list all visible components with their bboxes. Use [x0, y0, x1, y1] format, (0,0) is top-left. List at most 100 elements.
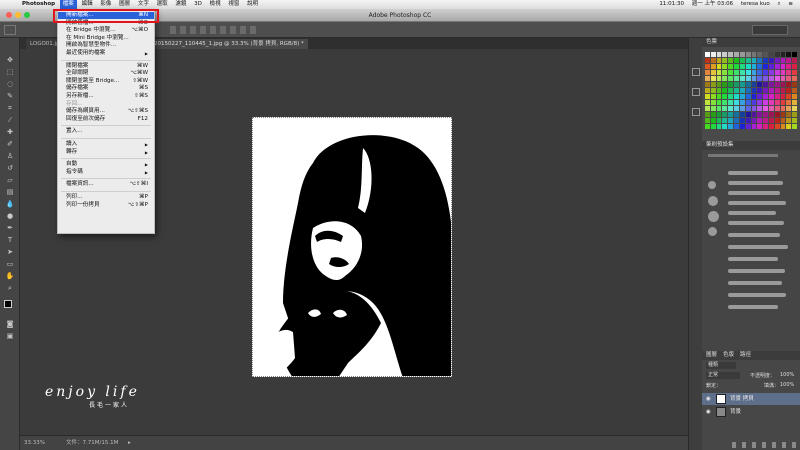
- color-swatch[interactable]: [728, 70, 734, 75]
- color-swatch[interactable]: [705, 64, 710, 69]
- color-swatch[interactable]: [710, 94, 716, 99]
- color-swatch[interactable]: [792, 100, 797, 105]
- history-brush-tool-icon[interactable]: ↺: [5, 164, 15, 172]
- color-swatch[interactable]: [710, 58, 716, 63]
- color-swatch[interactable]: [763, 52, 768, 57]
- file-menu-item[interactable]: 置入...: [58, 128, 154, 135]
- color-swatch[interactable]: [722, 94, 728, 99]
- menu-3d[interactable]: 3D: [191, 0, 205, 9]
- color-swatch[interactable]: [739, 106, 745, 111]
- color-swatch[interactable]: [734, 106, 739, 111]
- color-swatch[interactable]: [739, 58, 745, 63]
- quick-mask-icon[interactable]: ◙: [5, 320, 15, 328]
- color-swatch[interactable]: [710, 88, 716, 93]
- color-swatch[interactable]: [716, 106, 722, 111]
- color-swatch[interactable]: [710, 82, 716, 87]
- color-swatch[interactable]: [739, 88, 745, 93]
- color-swatch[interactable]: [716, 58, 722, 63]
- color-swatch[interactable]: [792, 124, 797, 129]
- tool-preset-icon[interactable]: [4, 25, 16, 35]
- file-menu-item[interactable]: 自動 ▶: [58, 161, 154, 168]
- menu-type[interactable]: 文字: [135, 0, 152, 9]
- color-swatch[interactable]: [710, 124, 716, 129]
- document-image[interactable]: [252, 117, 452, 377]
- file-menu-item[interactable]: 關閉檔案 ⌘W: [58, 63, 154, 70]
- color-swatch[interactable]: [716, 118, 722, 123]
- color-swatch[interactable]: [757, 52, 763, 57]
- brush-preset-stroke[interactable]: [728, 257, 778, 261]
- move-tool-icon[interactable]: ✥: [5, 56, 15, 64]
- color-swatch[interactable]: [763, 88, 768, 93]
- color-swatch[interactable]: [710, 112, 716, 117]
- file-menu-item[interactable]: 讀入 ▶: [58, 141, 154, 148]
- brush-preset-stroke[interactable]: [728, 171, 778, 175]
- color-swatch[interactable]: [768, 94, 774, 99]
- color-swatch[interactable]: [705, 70, 710, 75]
- search-icon[interactable]: ⌕: [775, 0, 784, 9]
- color-swatch[interactable]: [716, 100, 722, 105]
- color-swatch[interactable]: [792, 112, 797, 117]
- color-swatch[interactable]: [728, 88, 734, 93]
- option-controls[interactable]: [170, 26, 260, 34]
- color-swatch[interactable]: [763, 70, 768, 75]
- color-swatch[interactable]: [786, 52, 792, 57]
- color-swatch[interactable]: [786, 76, 792, 81]
- file-menu-item[interactable]: 開啟為智慧型物件...: [58, 42, 154, 49]
- color-swatch[interactable]: [722, 64, 728, 69]
- color-swatch[interactable]: [716, 64, 722, 69]
- color-swatch[interactable]: [768, 118, 774, 123]
- color-swatch[interactable]: [710, 76, 716, 81]
- color-swatch[interactable]: [728, 118, 734, 123]
- file-menu-item[interactable]: 列印... ⌘P: [58, 194, 154, 201]
- color-swatch[interactable]: [786, 124, 792, 129]
- brush-preset-stroke[interactable]: [728, 293, 786, 297]
- path-select-tool-icon[interactable]: ➤: [5, 248, 15, 256]
- color-swatch[interactable]: [757, 70, 763, 75]
- color-swatch[interactable]: [757, 100, 763, 105]
- brush-preset-stroke[interactable]: [728, 305, 778, 309]
- color-swatch[interactable]: [722, 52, 728, 57]
- tab-brush-presets[interactable]: 筆刷預設集: [702, 141, 800, 150]
- gradient-tool-icon[interactable]: ▤: [5, 188, 15, 196]
- eye-icon[interactable]: ◉: [706, 406, 711, 418]
- color-swatch[interactable]: [774, 106, 780, 111]
- color-swatch[interactable]: [786, 94, 792, 99]
- color-swatch[interactable]: [780, 58, 786, 63]
- color-swatch[interactable]: [774, 94, 780, 99]
- color-swatch[interactable]: [774, 58, 780, 63]
- color-swatch[interactable]: [792, 52, 797, 57]
- color-swatch[interactable]: [722, 112, 728, 117]
- color-swatch[interactable]: [786, 58, 792, 63]
- brush-preset-stroke[interactable]: [728, 211, 776, 215]
- color-swatch[interactable]: [710, 106, 716, 111]
- quick-select-tool-icon[interactable]: ✎: [5, 92, 15, 100]
- color-swatch[interactable]: [745, 64, 751, 69]
- stamp-tool-icon[interactable]: ♙: [5, 152, 15, 160]
- color-swatch[interactable]: [757, 106, 763, 111]
- color-swatch[interactable]: [780, 100, 786, 105]
- color-swatch[interactable]: [774, 76, 780, 81]
- color-swatch[interactable]: [728, 52, 734, 57]
- color-swatch[interactable]: [722, 118, 728, 123]
- color-swatch[interactable]: [728, 82, 734, 87]
- color-swatch[interactable]: [774, 64, 780, 69]
- color-swatch[interactable]: [780, 94, 786, 99]
- color-swatch[interactable]: [757, 112, 763, 117]
- color-swatch[interactable]: [745, 106, 751, 111]
- color-swatch[interactable]: [739, 52, 745, 57]
- menu-file[interactable]: 檔案: [59, 0, 77, 9]
- color-swatch[interactable]: [786, 64, 792, 69]
- file-menu-item[interactable]: 全部關閉 ⌥⌘W: [58, 70, 154, 77]
- brush-preset-dot[interactable]: [708, 211, 719, 222]
- file-menu-item[interactable]: 儲存檔案 ⌘S: [58, 85, 154, 92]
- brush-panel-icon[interactable]: [692, 108, 700, 116]
- color-swatch[interactable]: [728, 106, 734, 111]
- crop-tool-icon[interactable]: ⌗: [5, 104, 15, 112]
- color-swatch[interactable]: [757, 94, 763, 99]
- color-swatch[interactable]: [792, 58, 797, 63]
- color-swatch[interactable]: [739, 82, 745, 87]
- color-swatch[interactable]: [722, 124, 728, 129]
- color-swatch[interactable]: [705, 94, 710, 99]
- color-swatch[interactable]: [768, 112, 774, 117]
- zoom-tool-icon[interactable]: ⌕: [5, 284, 15, 292]
